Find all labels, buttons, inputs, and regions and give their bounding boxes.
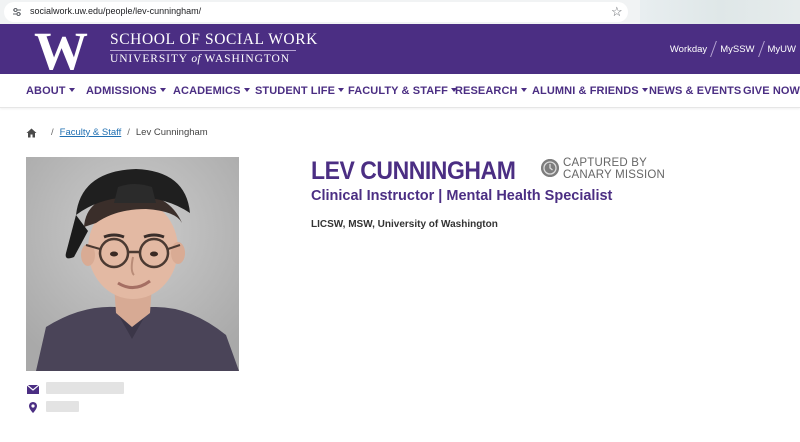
nav-item-news-events[interactable]: NEWS & EVENTS <box>649 85 741 97</box>
main-nav: ABOUT ADMISSIONS ACADEMICS STUDENT LIFE … <box>0 74 800 108</box>
browser-extensions-area <box>640 0 800 24</box>
nav-item-academics[interactable]: ACADEMICS <box>173 85 250 97</box>
nav-label: ALUMNI & FRIENDS <box>532 85 639 97</box>
nav-item-give-now[interactable]: GIVE NOW <box>743 85 800 97</box>
nav-label: FACULTY & STAFF <box>348 85 448 97</box>
nav-label: GIVE NOW <box>743 85 800 97</box>
profile-photo-illustration <box>26 157 239 371</box>
envelope-icon <box>27 385 39 394</box>
nav-label: ADMISSIONS <box>86 85 157 97</box>
breadcrumb-link-faculty-staff[interactable]: Faculty & Staff <box>60 127 122 138</box>
caret-down-icon <box>68 88 75 92</box>
browser-toolbar: socialwork.uw.edu/people/lev-cunningham/… <box>0 0 800 24</box>
university-name-of: of <box>191 53 201 65</box>
map-pin-icon <box>29 402 37 413</box>
util-link-myssw[interactable]: MySSW <box>720 44 754 55</box>
caret-down-icon <box>641 88 648 92</box>
bookmark-star-icon[interactable]: ☆ <box>611 4 623 20</box>
address-bar[interactable]: socialwork.uw.edu/people/lev-cunningham/… <box>4 2 628 22</box>
uw-w-logo[interactable]: W <box>26 27 96 72</box>
site-settings-icon[interactable] <box>12 7 22 17</box>
breadcrumb-separator: / <box>127 127 130 138</box>
util-link-myuw[interactable]: MyUW <box>768 44 797 55</box>
breadcrumb-separator: / <box>51 127 54 138</box>
home-icon[interactable] <box>26 128 37 138</box>
url-text[interactable]: socialwork.uw.edu/people/lev-cunningham/ <box>30 6 201 16</box>
caret-down-icon <box>159 88 166 92</box>
watermark-line-1: CAPTURED BY <box>563 157 647 169</box>
nav-item-research[interactable]: RESEARCH <box>455 85 527 97</box>
nav-label: ABOUT <box>26 85 66 97</box>
breadcrumb: / Faculty & Staff / Lev Cunningham <box>26 127 208 138</box>
nav-label: RESEARCH <box>455 85 518 97</box>
utility-links: Workday MySSW MyUW <box>670 41 796 57</box>
profile-name: LEV CUNNINGHAM <box>311 157 516 185</box>
logo-letter: W <box>34 27 88 72</box>
breadcrumb-current: Lev Cunningham <box>135 127 208 138</box>
nav-item-about[interactable]: ABOUT <box>26 85 75 97</box>
util-link-workday[interactable]: Workday <box>670 44 707 55</box>
school-name[interactable]: SCHOOL OF SOCIAL WORK <box>110 31 318 49</box>
canary-mission-badge-icon <box>541 159 559 177</box>
nav-label: ACADEMICS <box>173 85 241 97</box>
nav-item-alumni-friends[interactable]: ALUMNI & FRIENDS <box>532 85 648 97</box>
watermark-text: CAPTURED BY CANARY MISSION <box>563 157 665 181</box>
caret-down-icon <box>338 88 345 92</box>
watermark-line-2: CANARY MISSION <box>563 169 666 181</box>
caret-down-icon <box>243 88 250 92</box>
header-divider <box>110 50 296 51</box>
nav-item-student-life[interactable]: STUDENT LIFE <box>255 85 345 97</box>
redacted-email <box>46 382 124 394</box>
nav-label: NEWS & EVENTS <box>649 85 742 97</box>
university-name-prefix: UNIVERSITY <box>110 53 188 65</box>
util-separator <box>710 41 718 57</box>
profile-photo <box>26 157 239 371</box>
university-name[interactable]: UNIVERSITY of WASHINGTON <box>110 53 290 65</box>
nav-label: STUDENT LIFE <box>255 85 336 97</box>
util-separator <box>757 41 765 57</box>
nav-item-faculty-staff[interactable]: FACULTY & STAFF <box>348 85 457 97</box>
nav-item-admissions[interactable]: ADMISSIONS <box>86 85 166 97</box>
university-name-suffix: WASHINGTON <box>204 53 290 65</box>
profile-credentials: LICSW, MSW, University of Washington <box>311 219 498 230</box>
caret-down-icon <box>520 88 527 92</box>
site-header: W SCHOOL OF SOCIAL WORK UNIVERSITY of WA… <box>0 24 800 74</box>
profile-title: Clinical Instructor | Mental Health Spec… <box>311 188 613 204</box>
redacted-location <box>46 401 79 412</box>
